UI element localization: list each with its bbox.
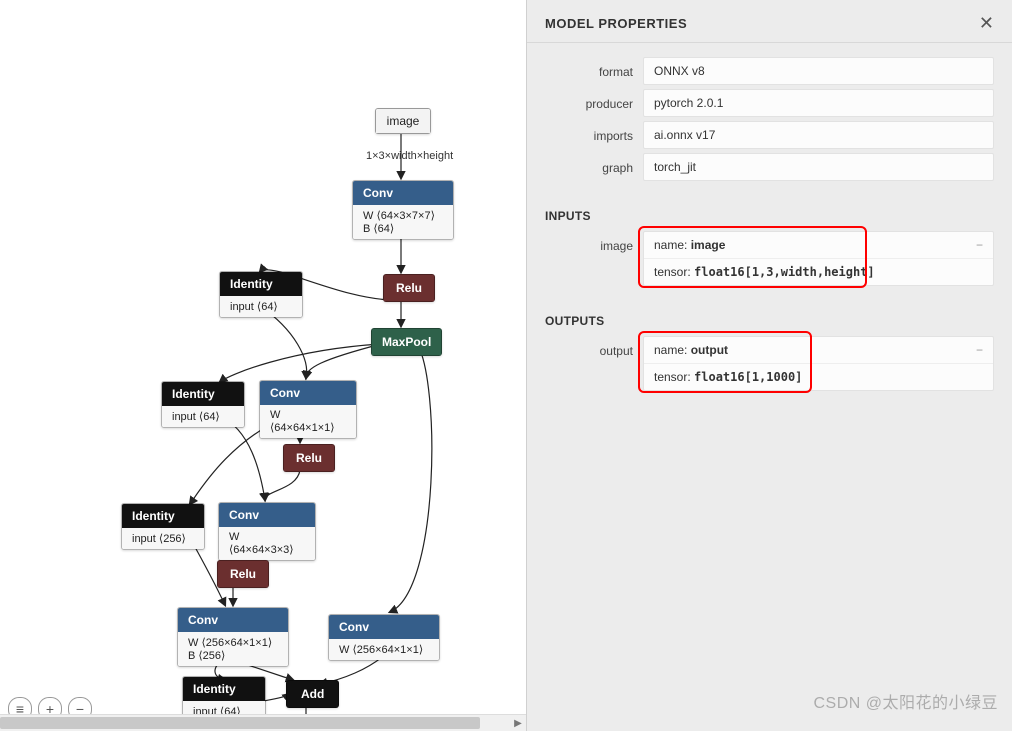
io-tensor: tensor: float16[1,3,width,height] [644,258,993,285]
node-title: Conv [260,381,356,405]
node-title: Conv [329,615,439,639]
node-title: Conv [353,181,453,205]
node-identity-1[interactable]: Identity input ⟨64⟩ [219,271,303,318]
node-body: W ⟨256×64×1×1⟩ B ⟨256⟩ [178,632,288,666]
input-row-image: image − name: image tensor: float16[1,3,… [545,231,1012,286]
io-name: name: image [644,232,993,258]
prop-label: imports [545,121,643,143]
io-field-group[interactable]: − name: image tensor: float16[1,3,width,… [643,231,994,286]
output-row-output: output − name: output tensor: float16[1,… [545,336,1012,391]
io-label: output [545,336,643,358]
prop-value[interactable]: torch_jit [643,153,994,181]
node-conv-5[interactable]: Conv W ⟨256×64×1×1⟩ [328,614,440,661]
prop-row-format: format ONNX v8 [545,57,1012,85]
node-relu-2[interactable]: Relu [283,444,335,472]
node-conv-1[interactable]: Conv W ⟨64×3×7×7⟩ B ⟨64⟩ [352,180,454,240]
node-title: Conv [178,608,288,632]
node-body: W ⟨64×64×1×1⟩ [260,405,356,438]
node-body: input ⟨64⟩ [162,406,244,427]
prop-row-graph: graph torch_jit [545,153,1012,181]
node-title: Identity [183,677,265,701]
node-title: Relu [284,445,334,471]
prop-value[interactable]: ai.onnx v17 [643,121,994,149]
io-tensor: tensor: float16[1,1000] [644,363,993,390]
node-title: Relu [218,561,268,587]
prop-value[interactable]: ONNX v8 [643,57,994,85]
section-inputs: INPUTS image − name: image tensor: float… [527,187,1012,292]
edge-shape-label: 1×3×width×height [366,150,453,162]
section-outputs: OUTPUTS output − name: output tensor: fl… [527,292,1012,397]
node-relu-1[interactable]: Relu [383,274,435,302]
prop-row-producer: producer pytorch 2.0.1 [545,89,1012,117]
section-properties: format ONNX v8 producer pytorch 2.0.1 im… [527,43,1012,187]
node-title: Identity [162,382,244,406]
horizontal-scrollbar[interactable]: ▶ [0,714,526,731]
node-conv-4[interactable]: Conv W ⟨256×64×1×1⟩ B ⟨256⟩ [177,607,289,667]
node-body: W ⟨256×64×1×1⟩ [329,639,439,660]
section-heading: OUTPUTS [545,314,1012,328]
node-title: Relu [384,275,434,301]
node-title: Conv [219,503,315,527]
io-field-group[interactable]: − name: output tensor: float16[1,1000] [643,336,994,391]
node-body: W ⟨64×3×7×7⟩ B ⟨64⟩ [353,205,453,239]
node-identity-2[interactable]: Identity input ⟨64⟩ [161,381,245,428]
node-title: Add [287,681,338,707]
panel-header: MODEL PROPERTIES ✕ [527,0,1012,43]
properties-panel: MODEL PROPERTIES ✕ format ONNX v8 produc… [526,0,1012,731]
node-conv-2[interactable]: Conv W ⟨64×64×1×1⟩ [259,380,357,439]
prop-value[interactable]: pytorch 2.0.1 [643,89,994,117]
node-title: Identity [122,504,204,528]
node-body: W ⟨64×64×3×3⟩ [219,527,315,560]
close-icon[interactable]: ✕ [979,14,994,32]
node-input-image[interactable]: image [375,108,431,134]
prop-label: format [545,57,643,79]
node-title: image [376,109,430,133]
node-add[interactable]: Add [286,680,339,708]
node-identity-3[interactable]: Identity input ⟨256⟩ [121,503,205,550]
graph-canvas[interactable]: image 1×3×width×height Conv W ⟨64×3×7×7⟩… [0,0,526,731]
node-body: input ⟨64⟩ [220,296,302,317]
scroll-thumb[interactable] [0,717,480,729]
panel-title: MODEL PROPERTIES [545,16,687,31]
node-relu-3[interactable]: Relu [217,560,269,588]
node-conv-3[interactable]: Conv W ⟨64×64×3×3⟩ [218,502,316,561]
io-label: image [545,231,643,253]
prop-row-imports: imports ai.onnx v17 [545,121,1012,149]
watermark-text: CSDN @太阳花的小绿豆 [813,689,998,713]
prop-label: producer [545,89,643,111]
node-body: input ⟨256⟩ [122,528,204,549]
io-name: name: output [644,337,993,363]
section-heading: INPUTS [545,209,1012,223]
node-title: MaxPool [372,329,441,355]
collapse-icon[interactable]: − [976,238,983,252]
collapse-icon[interactable]: − [976,343,983,357]
node-maxpool[interactable]: MaxPool [371,328,442,356]
scroll-right-icon[interactable]: ▶ [510,715,526,731]
node-title: Identity [220,272,302,296]
prop-label: graph [545,153,643,175]
